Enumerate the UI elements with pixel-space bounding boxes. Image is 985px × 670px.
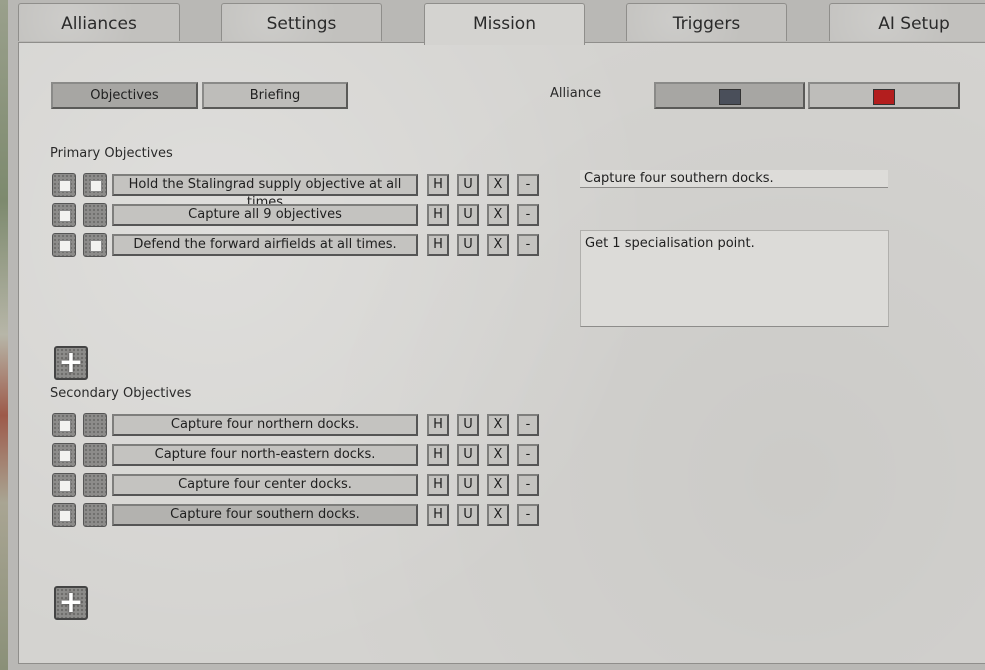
- objective-checkbox[interactable]: [83, 233, 107, 257]
- objective-h-button[interactable]: H: [427, 174, 449, 196]
- objective-checkbox[interactable]: [83, 443, 107, 467]
- tab-mission[interactable]: Mission: [424, 3, 585, 45]
- alliance-red-button[interactable]: [808, 82, 960, 109]
- objective-name-button[interactable]: Capture all 9 objectives: [112, 204, 418, 226]
- objective-u-button[interactable]: U: [457, 204, 479, 226]
- objective-checkbox[interactable]: [52, 203, 76, 227]
- objective-x-button[interactable]: X: [487, 414, 509, 436]
- tab-ai-setup[interactable]: AI Setup: [829, 3, 985, 41]
- objective-remove-button[interactable]: -: [517, 504, 539, 526]
- tab-alliances[interactable]: Alliances: [18, 3, 180, 41]
- objective-u-button[interactable]: U: [457, 444, 479, 466]
- objective-u-button[interactable]: U: [457, 234, 479, 256]
- objective-x-button[interactable]: X: [487, 174, 509, 196]
- objective-h-button[interactable]: H: [427, 474, 449, 496]
- objective-checkbox[interactable]: [83, 503, 107, 527]
- objective-u-button[interactable]: U: [457, 474, 479, 496]
- objective-h-button[interactable]: H: [427, 234, 449, 256]
- objective-reward-textarea[interactable]: Get 1 specialisation point.: [580, 230, 889, 327]
- objective-h-button[interactable]: H: [427, 414, 449, 436]
- add-primary-objective-button[interactable]: +: [54, 346, 88, 380]
- tab-triggers[interactable]: Triggers: [626, 3, 787, 41]
- objective-checkbox[interactable]: [52, 443, 76, 467]
- objective-remove-button[interactable]: -: [517, 414, 539, 436]
- objective-u-button[interactable]: U: [457, 504, 479, 526]
- mission-panel: [18, 42, 985, 664]
- objective-x-button[interactable]: X: [487, 444, 509, 466]
- objective-checkbox[interactable]: [52, 173, 76, 197]
- objective-checkbox[interactable]: [52, 413, 76, 437]
- objective-name-button[interactable]: Capture four southern docks.: [112, 504, 418, 526]
- add-secondary-objective-button[interactable]: +: [54, 586, 88, 620]
- objective-name-button[interactable]: Defend the forward airfields at all time…: [112, 234, 418, 256]
- objective-x-button[interactable]: X: [487, 474, 509, 496]
- objective-remove-button[interactable]: -: [517, 174, 539, 196]
- objective-x-button[interactable]: X: [487, 204, 509, 226]
- objective-checkbox[interactable]: [52, 473, 76, 497]
- objective-name-button[interactable]: Capture four northern docks.: [112, 414, 418, 436]
- objective-checkbox[interactable]: [83, 413, 107, 437]
- objective-checkbox[interactable]: [52, 233, 76, 257]
- objective-remove-button[interactable]: -: [517, 234, 539, 256]
- tab-settings[interactable]: Settings: [221, 3, 382, 41]
- objective-h-button[interactable]: H: [427, 204, 449, 226]
- objective-name-button[interactable]: Capture four north-eastern docks.: [112, 444, 418, 466]
- objective-name-button[interactable]: Capture four center docks.: [112, 474, 418, 496]
- briefing-subtab-button[interactable]: Briefing: [202, 82, 348, 109]
- primary-objectives-heading: Primary Objectives: [50, 146, 173, 161]
- objective-h-button[interactable]: H: [427, 444, 449, 466]
- objective-checkbox[interactable]: [83, 203, 107, 227]
- objective-name-button[interactable]: Hold the Stalingrad supply objective at …: [112, 174, 418, 210]
- alliance-blue-swatch: [718, 89, 741, 105]
- objective-checkbox[interactable]: [83, 473, 107, 497]
- alliance-blue-button[interactable]: [654, 82, 805, 109]
- objective-remove-button[interactable]: -: [517, 204, 539, 226]
- secondary-objectives-heading: Secondary Objectives: [50, 386, 192, 401]
- objective-u-button[interactable]: U: [457, 174, 479, 196]
- objective-remove-button[interactable]: -: [517, 474, 539, 496]
- objective-checkbox[interactable]: [52, 503, 76, 527]
- alliance-red-swatch: [873, 89, 895, 105]
- alliance-label: Alliance: [550, 86, 602, 101]
- plus-icon: +: [58, 345, 84, 380]
- objectives-subtab-button[interactable]: Objectives: [51, 82, 198, 109]
- objective-checkbox[interactable]: [83, 173, 107, 197]
- objective-h-button[interactable]: H: [427, 504, 449, 526]
- objective-x-button[interactable]: X: [487, 504, 509, 526]
- objective-remove-button[interactable]: -: [517, 444, 539, 466]
- objective-x-button[interactable]: X: [487, 234, 509, 256]
- plus-icon: +: [58, 585, 84, 620]
- objective-title-field[interactable]: Capture four southern docks.: [580, 170, 888, 188]
- objective-u-button[interactable]: U: [457, 414, 479, 436]
